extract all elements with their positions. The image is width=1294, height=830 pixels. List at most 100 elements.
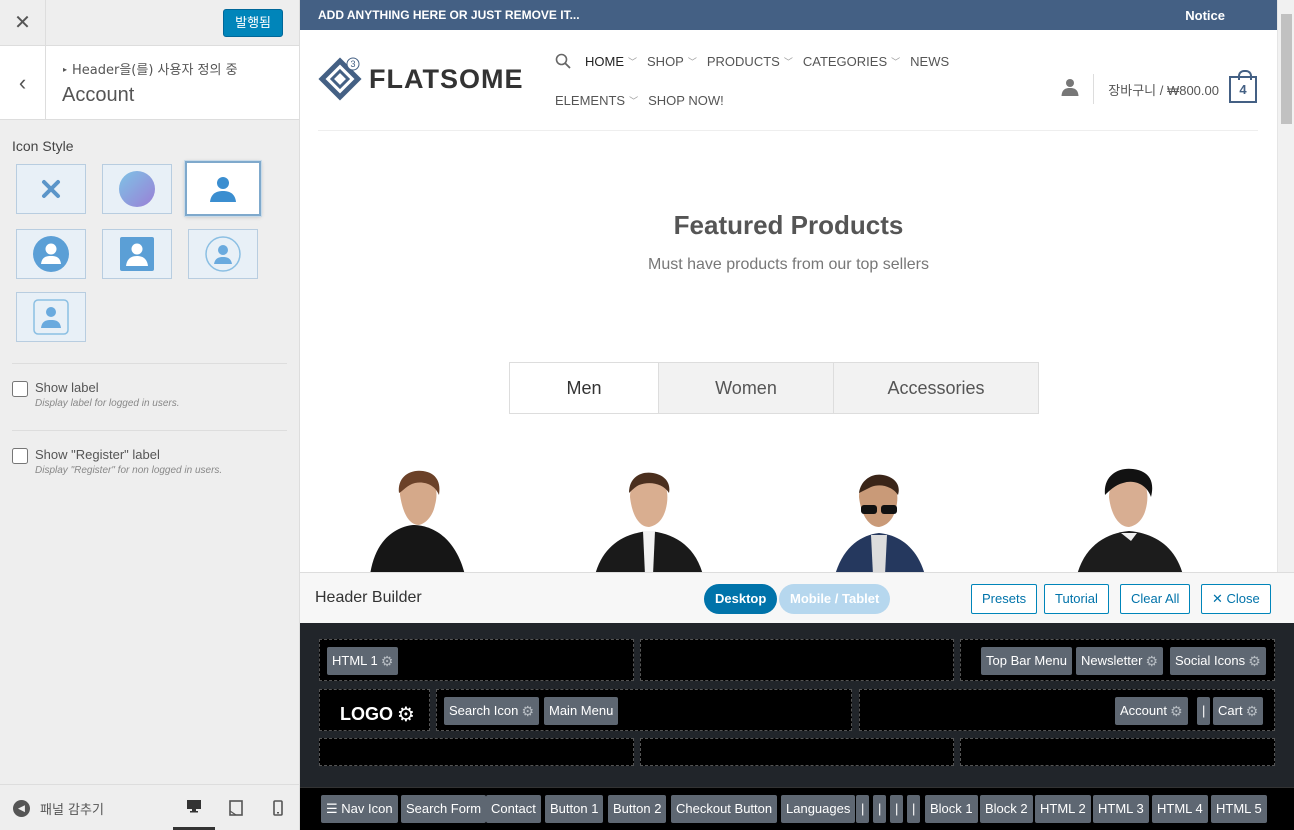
- publish-button[interactable]: 발행됨: [223, 9, 283, 37]
- tab-men[interactable]: Men: [510, 363, 658, 413]
- top-bar-menu-element[interactable]: Top Bar Menu: [981, 647, 1072, 675]
- main-menu-element[interactable]: Main Menu: [544, 697, 619, 725]
- notice-link[interactable]: Notice: [1185, 8, 1225, 23]
- contact-element[interactable]: Contact: [486, 795, 541, 823]
- preview-scrollbar[interactable]: [1277, 0, 1294, 572]
- nav-icon-element[interactable]: ☰ Nav Icon: [321, 795, 398, 823]
- divider-element[interactable]: |: [907, 795, 921, 823]
- search-icon-element[interactable]: Search Icon ⚙: [444, 697, 539, 725]
- close-builder-button[interactable]: ✕ Close: [1201, 584, 1271, 614]
- close-customizer-button[interactable]: ✕: [0, 0, 46, 45]
- nav-shop[interactable]: SHOP ﹀: [647, 54, 697, 69]
- newsletter-element[interactable]: Newsletter ⚙: [1076, 647, 1163, 675]
- featured-section: Featured Products Must have products fro…: [300, 210, 1277, 274]
- breadcrumb: ▸ Header을(를) 사용자 정의 중: [63, 59, 238, 78]
- logo-badge: 3: [350, 59, 355, 69]
- logo-element[interactable]: LOGO ⚙: [340, 702, 415, 727]
- chevron-down-icon: ﹀: [629, 95, 639, 106]
- show-label-checkbox[interactable]: [12, 381, 28, 397]
- divider-element[interactable]: |: [856, 795, 870, 823]
- mobile-tablet-toggle[interactable]: Mobile / Tablet: [779, 584, 891, 614]
- bottom-center-slot[interactable]: [640, 738, 954, 766]
- site-logo[interactable]: 3 FLATSOME: [318, 57, 523, 101]
- languages-element[interactable]: Languages: [781, 795, 856, 823]
- divider-element[interactable]: |: [890, 795, 904, 823]
- icon-option-circle-fill[interactable]: [16, 229, 86, 279]
- nav-home[interactable]: HOME ﹀: [585, 54, 637, 69]
- user-square-icon: [120, 237, 154, 271]
- gear-icon: ⚙: [521, 703, 534, 719]
- section-header: ‹ ▸ Header을(를) 사용자 정의 중 Account: [0, 46, 299, 120]
- product-tabs: Men Women Accessories: [509, 362, 1039, 414]
- top-center-slot[interactable]: [640, 639, 954, 681]
- icon-option-square-fill[interactable]: [102, 229, 172, 279]
- user-circle-outline-icon: [205, 236, 241, 272]
- main-right-slot[interactable]: Account ⚙ | Cart ⚙: [859, 689, 1275, 731]
- back-button[interactable]: ‹: [0, 46, 46, 119]
- top-right-slot[interactable]: Top Bar Menu Newsletter ⚙ Social Icons ⚙: [960, 639, 1275, 681]
- bottom-right-slot[interactable]: [960, 738, 1275, 766]
- html-5-element[interactable]: HTML 5: [1211, 795, 1267, 823]
- button-2-element[interactable]: Button 2: [608, 795, 667, 823]
- cart-link[interactable]: 장바구니 / ₩800.00: [1108, 80, 1219, 99]
- tablet-preview-button[interactable]: [215, 785, 257, 830]
- mobile-icon: [273, 800, 283, 816]
- product-image[interactable]: [585, 465, 715, 572]
- show-register-text: Show "Register" label: [35, 447, 160, 462]
- html1-element[interactable]: HTML 1 ⚙: [327, 647, 399, 675]
- tutorial-button[interactable]: Tutorial: [1044, 584, 1109, 614]
- icon-option-none[interactable]: [16, 164, 86, 214]
- product-image[interactable]: [1065, 465, 1195, 572]
- section-title: Account: [62, 84, 135, 106]
- header-right: 장바구니 / ₩800.00 4: [1061, 69, 1257, 104]
- main-menu-row-2: ELEMENTS ﹀ SHOP NOW!: [555, 89, 975, 111]
- collapse-panel-button[interactable]: ◀ 패널 감추기: [13, 799, 104, 818]
- search-form-element[interactable]: Search Form: [401, 795, 487, 823]
- icon-option-circle-outline[interactable]: [188, 229, 258, 279]
- triangle-icon: ▸: [63, 65, 68, 74]
- mobile-preview-button[interactable]: [257, 785, 299, 830]
- social-icons-element[interactable]: Social Icons ⚙: [1170, 647, 1266, 675]
- bottom-left-slot[interactable]: [319, 738, 634, 766]
- block-2-element[interactable]: Block 2: [980, 795, 1033, 823]
- nav-news[interactable]: NEWS: [910, 54, 949, 69]
- block-1-element[interactable]: Block 1: [925, 795, 978, 823]
- html-3-element[interactable]: HTML 3: [1093, 795, 1149, 823]
- html-4-element[interactable]: HTML 4: [1152, 795, 1208, 823]
- tab-accessories[interactable]: Accessories: [833, 363, 1038, 413]
- main-left-slot[interactable]: Search Icon ⚙ Main Menu: [436, 689, 852, 731]
- nav-elements[interactable]: ELEMENTS ﹀: [555, 93, 638, 108]
- divider-element[interactable]: |: [873, 795, 887, 823]
- desktop-preview-button[interactable]: [173, 785, 215, 830]
- icon-option-image[interactable]: [102, 164, 172, 214]
- product-image[interactable]: [355, 465, 485, 572]
- gear-icon: ⚙: [380, 653, 394, 669]
- cart-count-icon[interactable]: 4: [1229, 69, 1257, 103]
- cart-element[interactable]: Cart ⚙: [1213, 697, 1264, 725]
- product-image[interactable]: [815, 465, 945, 572]
- customizer-panel: ✕ 발행됨 ‹ ▸ Header을(를) 사용자 정의 중 Account Ico…: [0, 0, 300, 830]
- desktop-toggle[interactable]: Desktop: [704, 584, 778, 614]
- icon-option-square-outline[interactable]: [16, 292, 86, 342]
- search-icon[interactable]: [555, 53, 571, 69]
- checkout-button-element[interactable]: Checkout Button: [671, 795, 778, 823]
- nav-shop-now[interactable]: SHOP NOW!: [648, 93, 724, 108]
- account-element[interactable]: Account ⚙: [1115, 697, 1188, 725]
- nav-categories[interactable]: CATEGORIES ﹀: [803, 54, 900, 69]
- logo-slot[interactable]: LOGO ⚙: [319, 689, 430, 731]
- scrollbar-thumb[interactable]: [1281, 14, 1292, 124]
- nav-products[interactable]: PRODUCTS ﹀: [707, 54, 793, 69]
- account-icon[interactable]: [1061, 78, 1079, 101]
- gear-icon: ⚙: [397, 704, 415, 726]
- main-menu-row-1: HOME ﹀ SHOP ﹀ PRODUCTS ﹀ CATEGORIES ﹀ NEWS: [555, 50, 975, 72]
- clear-all-button[interactable]: Clear All: [1120, 584, 1191, 614]
- presets-button[interactable]: Presets: [971, 584, 1038, 614]
- top-left-slot[interactable]: HTML 1 ⚙: [319, 639, 634, 681]
- tab-women[interactable]: Women: [658, 363, 833, 413]
- divider: [12, 430, 287, 431]
- icon-option-plain[interactable]: [185, 161, 261, 216]
- button-1-element[interactable]: Button 1: [545, 795, 604, 823]
- show-register-checkbox[interactable]: [12, 448, 28, 464]
- divider-element[interactable]: |: [1197, 697, 1211, 725]
- html-2-element[interactable]: HTML 2: [1035, 795, 1091, 823]
